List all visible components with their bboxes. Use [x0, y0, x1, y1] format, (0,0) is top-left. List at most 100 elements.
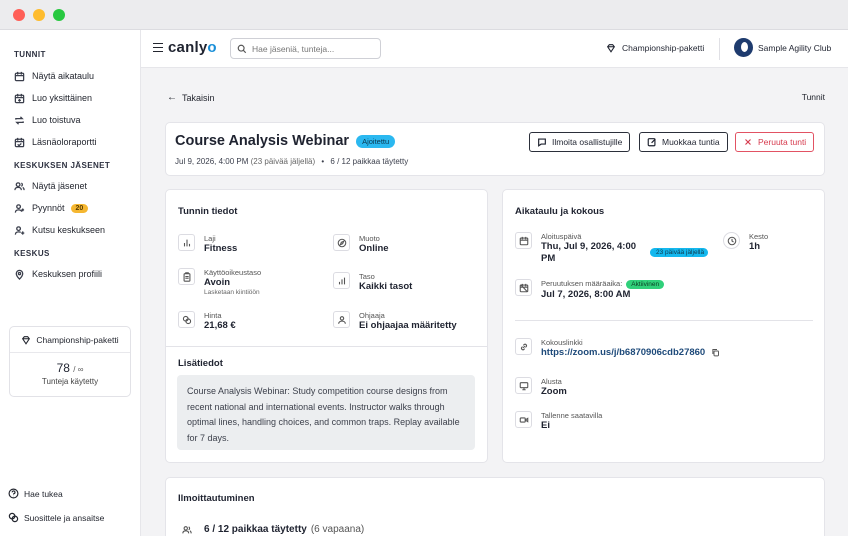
get-support-link[interactable]: Hae tukea — [8, 488, 63, 499]
refer-label: Suosittele ja ansaitse — [24, 512, 105, 523]
sidebar-item-create-recurring[interactable]: Luo toistuva — [14, 112, 81, 128]
meeting-link-field: Kokouslinkki https://zoom.us/j/b6870906c… — [515, 338, 720, 358]
top-bar: canlyo Championship-paketti Sample Agili… — [141, 30, 848, 68]
divider — [166, 346, 487, 347]
class-meta: Jul 9, 2026, 4:00 PM (23 päivää jäljellä… — [175, 157, 409, 166]
package-name: Championship-paketti — [36, 334, 119, 345]
section-heading: Aikataulu ja kokous — [515, 206, 605, 217]
breadcrumb[interactable]: Tunnit — [802, 92, 825, 102]
sidebar-item-label: Näytä jäsenet — [32, 181, 88, 191]
close-icon — [745, 139, 751, 145]
diamond-icon — [606, 44, 616, 53]
search-input[interactable] — [252, 43, 372, 54]
package-limit: / ∞ — [73, 365, 84, 374]
status-badge: Ajoitettu — [356, 134, 396, 148]
main-content: ← Takaisin Tunnit Course Analysis Webina… — [141, 68, 848, 536]
help-circle-icon — [8, 488, 19, 499]
sport-field: Laji Fitness — [178, 234, 237, 255]
chart-icon — [183, 239, 190, 246]
page-title: Course Analysis Webinar — [175, 133, 350, 149]
copy-icon[interactable] — [711, 348, 720, 357]
days-remaining-badge: 23 päivää jäljellä — [650, 248, 708, 257]
plan-name: Championship-paketti — [622, 43, 705, 53]
window-titlebar — [0, 0, 848, 30]
arrow-left-icon: ← — [167, 92, 177, 103]
users-icon — [181, 525, 192, 533]
section-heading: Tunnin tiedot — [178, 206, 238, 217]
package-usage-label: Tunteja käytetty — [41, 377, 99, 386]
sidebar-item-create-single[interactable]: Luo yksittäinen — [14, 90, 92, 106]
users-icon — [14, 181, 25, 190]
sidebar-item-requests[interactable]: Pyynnöt 20 — [14, 200, 89, 216]
calendar-off-icon — [519, 283, 528, 292]
club-name: Sample Agility Club — [758, 42, 832, 53]
divider — [515, 320, 813, 321]
sidebar-item-label: Luo yksittäinen — [32, 93, 93, 103]
sidebar-item-center-profile[interactable]: Keskuksen profiili — [14, 266, 102, 282]
close-window-button[interactable] — [13, 9, 25, 21]
package-card: Championship-paketti 78 / ∞ Tunteja käyt… — [9, 326, 131, 397]
cancel-class-button[interactable]: Peruuta tunti — [735, 132, 815, 152]
class-details-card: Tunnin tiedot Laji Fitness Muoto Online Kä… — [165, 189, 488, 463]
meeting-link[interactable]: https://zoom.us/j/b6870906cdb27860 — [541, 347, 705, 358]
sidebar-item-label: Luo toistuva — [32, 115, 81, 125]
class-description: Course Analysis Webinar: Study competiti… — [177, 375, 475, 450]
user-add-icon — [14, 225, 25, 235]
calendar-icon — [519, 236, 528, 245]
format-field: Muoto Online — [333, 234, 389, 255]
plan-indicator[interactable]: Championship-paketti — [606, 43, 704, 53]
active-badge: Aktiivinen — [626, 280, 665, 289]
capacity-field: 6 / 12 paikkaa täytetty (6 vapaana) — [178, 521, 364, 536]
cancellation-deadline-field: Peruutuksen määräaika: Aktiivinen Jul 7, … — [515, 279, 665, 301]
access-level-field: Käyttöoikeustaso Avoin Lasketaan kiintiöön — [178, 268, 261, 297]
search-box[interactable] — [230, 38, 381, 59]
calendar-plus-icon — [14, 93, 25, 103]
sidebar-item-invite[interactable]: Kutsu keskukseen — [14, 222, 105, 238]
club-logo — [734, 38, 753, 57]
sidebar-item-attendance-report[interactable]: Läsnäoloraportti — [14, 134, 97, 150]
sidebar-item-schedule[interactable]: Näytä aikataulu — [14, 68, 94, 84]
app-logo[interactable]: canlyo — [168, 39, 217, 56]
edit-icon — [647, 138, 656, 147]
minimize-window-button[interactable] — [33, 9, 45, 21]
registration-card: Ilmoittautuminen 6 / 12 paikkaa täytetty… — [165, 477, 825, 536]
price-field: Hinta 21,68 € — [178, 311, 236, 332]
refer-earn-link[interactable]: Suosittele ja ansaitse — [8, 512, 104, 523]
compass-icon — [337, 238, 346, 247]
maximize-window-button[interactable] — [53, 9, 65, 21]
section-heading: Ilmoittautuminen — [178, 493, 255, 504]
duration-field: Kesto 1h — [723, 232, 768, 253]
sidebar-section-title: TUNNIT — [14, 50, 46, 59]
sidebar-item-label: Läsnäoloraportti — [32, 137, 97, 147]
clipboard-icon — [183, 271, 190, 282]
divider — [719, 38, 720, 60]
capacity-free: (6 vapaana) — [310, 524, 365, 535]
clock-icon — [727, 236, 736, 245]
user-plus-icon — [14, 203, 25, 213]
sidebar-item-label: Kutsu keskukseen — [32, 225, 106, 235]
repeat-icon — [15, 115, 24, 125]
edit-class-button[interactable]: Muokkaa tuntia — [639, 132, 728, 152]
location-pin-icon — [15, 269, 24, 280]
club-switcher[interactable]: Sample Agility Club — [734, 38, 831, 57]
calendar-check-icon — [14, 137, 25, 147]
coins-icon — [8, 512, 19, 523]
support-label: Hae tukea — [24, 488, 63, 499]
section-heading: Lisätiedot — [178, 358, 223, 369]
notify-participants-button[interactable]: Ilmoita osallistujille — [529, 132, 631, 152]
instructor-field: Ohjaaja Ei ohjaajaa määritetty — [333, 311, 457, 332]
user-icon — [337, 315, 346, 324]
sidebar-item-label: Pyynnöt — [32, 203, 65, 213]
sidebar-section-title: KESKUS — [14, 249, 50, 258]
schedule-card: Aikataulu ja kokous Aloituspäivä Thu, Ju… — [502, 189, 825, 463]
sidebar-item-label: Keskuksen profiili — [32, 269, 103, 279]
message-icon — [538, 138, 546, 147]
sidebar-item-members[interactable]: Näytä jäsenet — [14, 178, 87, 194]
diamond-icon — [22, 335, 31, 345]
calendar-icon — [14, 71, 25, 81]
sidebar-section-title: KESKUKSEN JÄSENET — [14, 161, 111, 170]
sidebar-item-label: Näytä aikataulu — [32, 71, 95, 81]
back-link[interactable]: ← Takaisin — [167, 92, 215, 103]
menu-toggle-icon[interactable] — [153, 43, 163, 52]
coins-icon — [182, 315, 191, 324]
